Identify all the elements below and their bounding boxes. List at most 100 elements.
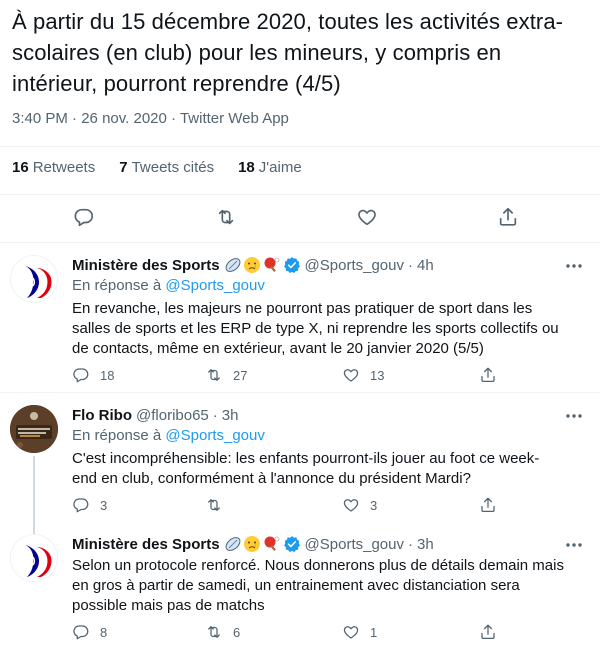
like-count: 3 bbox=[370, 497, 378, 513]
reply-text: Selon un protocole renforcé. Nous donner… bbox=[72, 556, 582, 616]
like-icon bbox=[343, 499, 359, 512]
likes-stat[interactable]: 18 J'aime bbox=[238, 159, 302, 176]
reply-count: 3 bbox=[100, 497, 108, 513]
more-icon[interactable] bbox=[564, 538, 584, 552]
meta-separator: · bbox=[171, 110, 177, 127]
quotes-stat[interactable]: 7 Tweets cités bbox=[119, 159, 214, 176]
tweet-meta: 3:40 PM · 26 nov. 2020 · Twitter Web App bbox=[12, 110, 289, 127]
tweet-date: 26 nov. 2020 bbox=[81, 110, 167, 127]
marianne-logo-icon bbox=[25, 266, 52, 298]
retweet-button[interactable] bbox=[205, 495, 233, 515]
avatar[interactable] bbox=[10, 405, 58, 453]
reply-button[interactable] bbox=[71, 204, 97, 230]
rugby-ball-icon bbox=[225, 537, 240, 551]
retweet-button[interactable]: 27 bbox=[205, 365, 247, 385]
tweet-age[interactable]: 3h bbox=[222, 407, 239, 424]
reply-tweet[interactable]: Ministère des Sports @Sports_gouv · 3h S… bbox=[0, 534, 600, 654]
tweet-source-link[interactable]: Twitter Web App bbox=[180, 110, 289, 127]
author-name[interactable]: Ministère des Sports bbox=[72, 257, 220, 274]
user-avatar-icon bbox=[10, 405, 58, 453]
quotes-label: Tweets cités bbox=[131, 159, 215, 176]
retweet-icon bbox=[208, 626, 220, 638]
reply-icon bbox=[73, 498, 89, 513]
tweet-age[interactable]: 4h bbox=[417, 257, 434, 274]
retweet-icon bbox=[208, 499, 220, 511]
meta-separator: · bbox=[408, 256, 413, 274]
main-tweet-text-line: scolaires (en club) pour les mineurs, y … bbox=[12, 40, 502, 65]
reply-actions: 8 6 1 bbox=[72, 622, 512, 644]
like-button[interactable]: 1 bbox=[342, 622, 377, 642]
tweet-stats: 16 Retweets 7 Tweets cités 18 J'aime bbox=[12, 159, 326, 176]
reply-text: C'est incompréhensible: les enfants pour… bbox=[72, 449, 582, 489]
share-button[interactable] bbox=[495, 204, 521, 230]
like-icon bbox=[343, 369, 359, 382]
likes-label: J'aime bbox=[258, 159, 302, 176]
author-handle[interactable]: @floribo65 bbox=[136, 407, 209, 424]
reply-tweet[interactable]: Flo Ribo @floribo65 · 3h En réponse à @S… bbox=[0, 405, 600, 520]
reply-button[interactable]: 8 bbox=[72, 622, 107, 642]
share-icon bbox=[481, 497, 495, 513]
retweets-stat[interactable]: 16 Retweets bbox=[12, 159, 95, 176]
share-button[interactable] bbox=[479, 495, 497, 515]
retweet-icon bbox=[208, 369, 220, 381]
reply-text-line: En revanche, les majeurs ne pourront pas… bbox=[72, 300, 533, 317]
divider bbox=[0, 242, 600, 243]
in-reply-handle-link[interactable]: @Sports_gouv bbox=[165, 427, 264, 444]
retweets-label: Retweets bbox=[32, 159, 96, 176]
author-handle[interactable]: @Sports_gouv bbox=[305, 257, 404, 274]
reply-header: Ministère des Sports @Sports_gouv · 4h bbox=[72, 255, 434, 275]
retweet-button[interactable] bbox=[213, 204, 239, 230]
retweet-button[interactable]: 6 bbox=[205, 622, 240, 642]
retweet-count: 6 bbox=[233, 624, 241, 640]
like-button[interactable] bbox=[354, 204, 380, 230]
in-reply-prefix: En réponse à bbox=[72, 277, 162, 294]
in-reply-prefix: En réponse à bbox=[72, 427, 162, 444]
in-reply-to: En réponse à @Sports_gouv bbox=[72, 427, 265, 444]
tweet-age[interactable]: 3h bbox=[417, 536, 434, 553]
author-handle[interactable]: @Sports_gouv bbox=[305, 536, 404, 553]
reply-button[interactable]: 18 bbox=[72, 365, 114, 385]
divider bbox=[0, 392, 600, 393]
like-button[interactable]: 3 bbox=[342, 495, 377, 515]
main-tweet-text: À partir du 15 décembre 2020, toutes les… bbox=[12, 6, 582, 99]
share-button[interactable] bbox=[479, 622, 497, 642]
verified-badge-icon bbox=[283, 257, 300, 274]
author-name[interactable]: Flo Ribo bbox=[72, 407, 132, 424]
more-icon[interactable] bbox=[564, 409, 584, 423]
share-icon bbox=[499, 207, 517, 226]
reply-icon bbox=[73, 625, 89, 640]
avatar[interactable] bbox=[10, 255, 58, 303]
share-button[interactable] bbox=[479, 365, 497, 385]
divider bbox=[0, 146, 600, 147]
like-count: 1 bbox=[370, 624, 378, 640]
main-tweet-actions bbox=[0, 198, 600, 238]
share-icon bbox=[481, 367, 495, 383]
ping-pong-icon bbox=[264, 257, 279, 272]
tweet-timestamp-link[interactable]: 3:40 PM · 26 nov. 2020 bbox=[12, 110, 167, 127]
meta-separator: · bbox=[408, 535, 413, 553]
main-tweet-text-line: intérieur, pourront reprendre (4/5) bbox=[12, 71, 341, 96]
retweets-count: 16 bbox=[12, 159, 29, 176]
reply-count: 18 bbox=[100, 367, 115, 383]
author-name[interactable]: Ministère des Sports bbox=[72, 536, 220, 553]
name-emojis bbox=[224, 256, 281, 274]
reply-text: En revanche, les majeurs ne pourront pas… bbox=[72, 299, 582, 359]
retweet-count: 27 bbox=[233, 367, 248, 383]
like-button[interactable]: 13 bbox=[342, 365, 384, 385]
in-reply-handle-link[interactable]: @Sports_gouv bbox=[165, 277, 264, 294]
reply-header: Ministère des Sports @Sports_gouv · 3h bbox=[72, 534, 434, 554]
reply-text-line: de contacts, même en extérieur, avant le… bbox=[72, 340, 484, 357]
like-icon bbox=[358, 209, 376, 226]
reply-text-line: Selon un protocole renforcé. Nous donner… bbox=[72, 557, 564, 574]
reply-text-line: possible mais pas de matchs bbox=[72, 597, 265, 614]
more-icon[interactable] bbox=[564, 259, 584, 273]
ping-pong-icon bbox=[264, 536, 279, 551]
in-reply-to: En réponse à @Sports_gouv bbox=[72, 277, 265, 294]
like-count: 13 bbox=[370, 367, 385, 383]
reply-button[interactable]: 3 bbox=[72, 495, 107, 515]
reply-actions: 3 3 bbox=[72, 495, 512, 517]
reply-tweet[interactable]: Ministère des Sports @Sports_gouv · 4h E… bbox=[0, 255, 600, 390]
crying-face-icon bbox=[243, 257, 260, 273]
avatar[interactable] bbox=[10, 534, 58, 582]
share-icon bbox=[481, 624, 495, 640]
